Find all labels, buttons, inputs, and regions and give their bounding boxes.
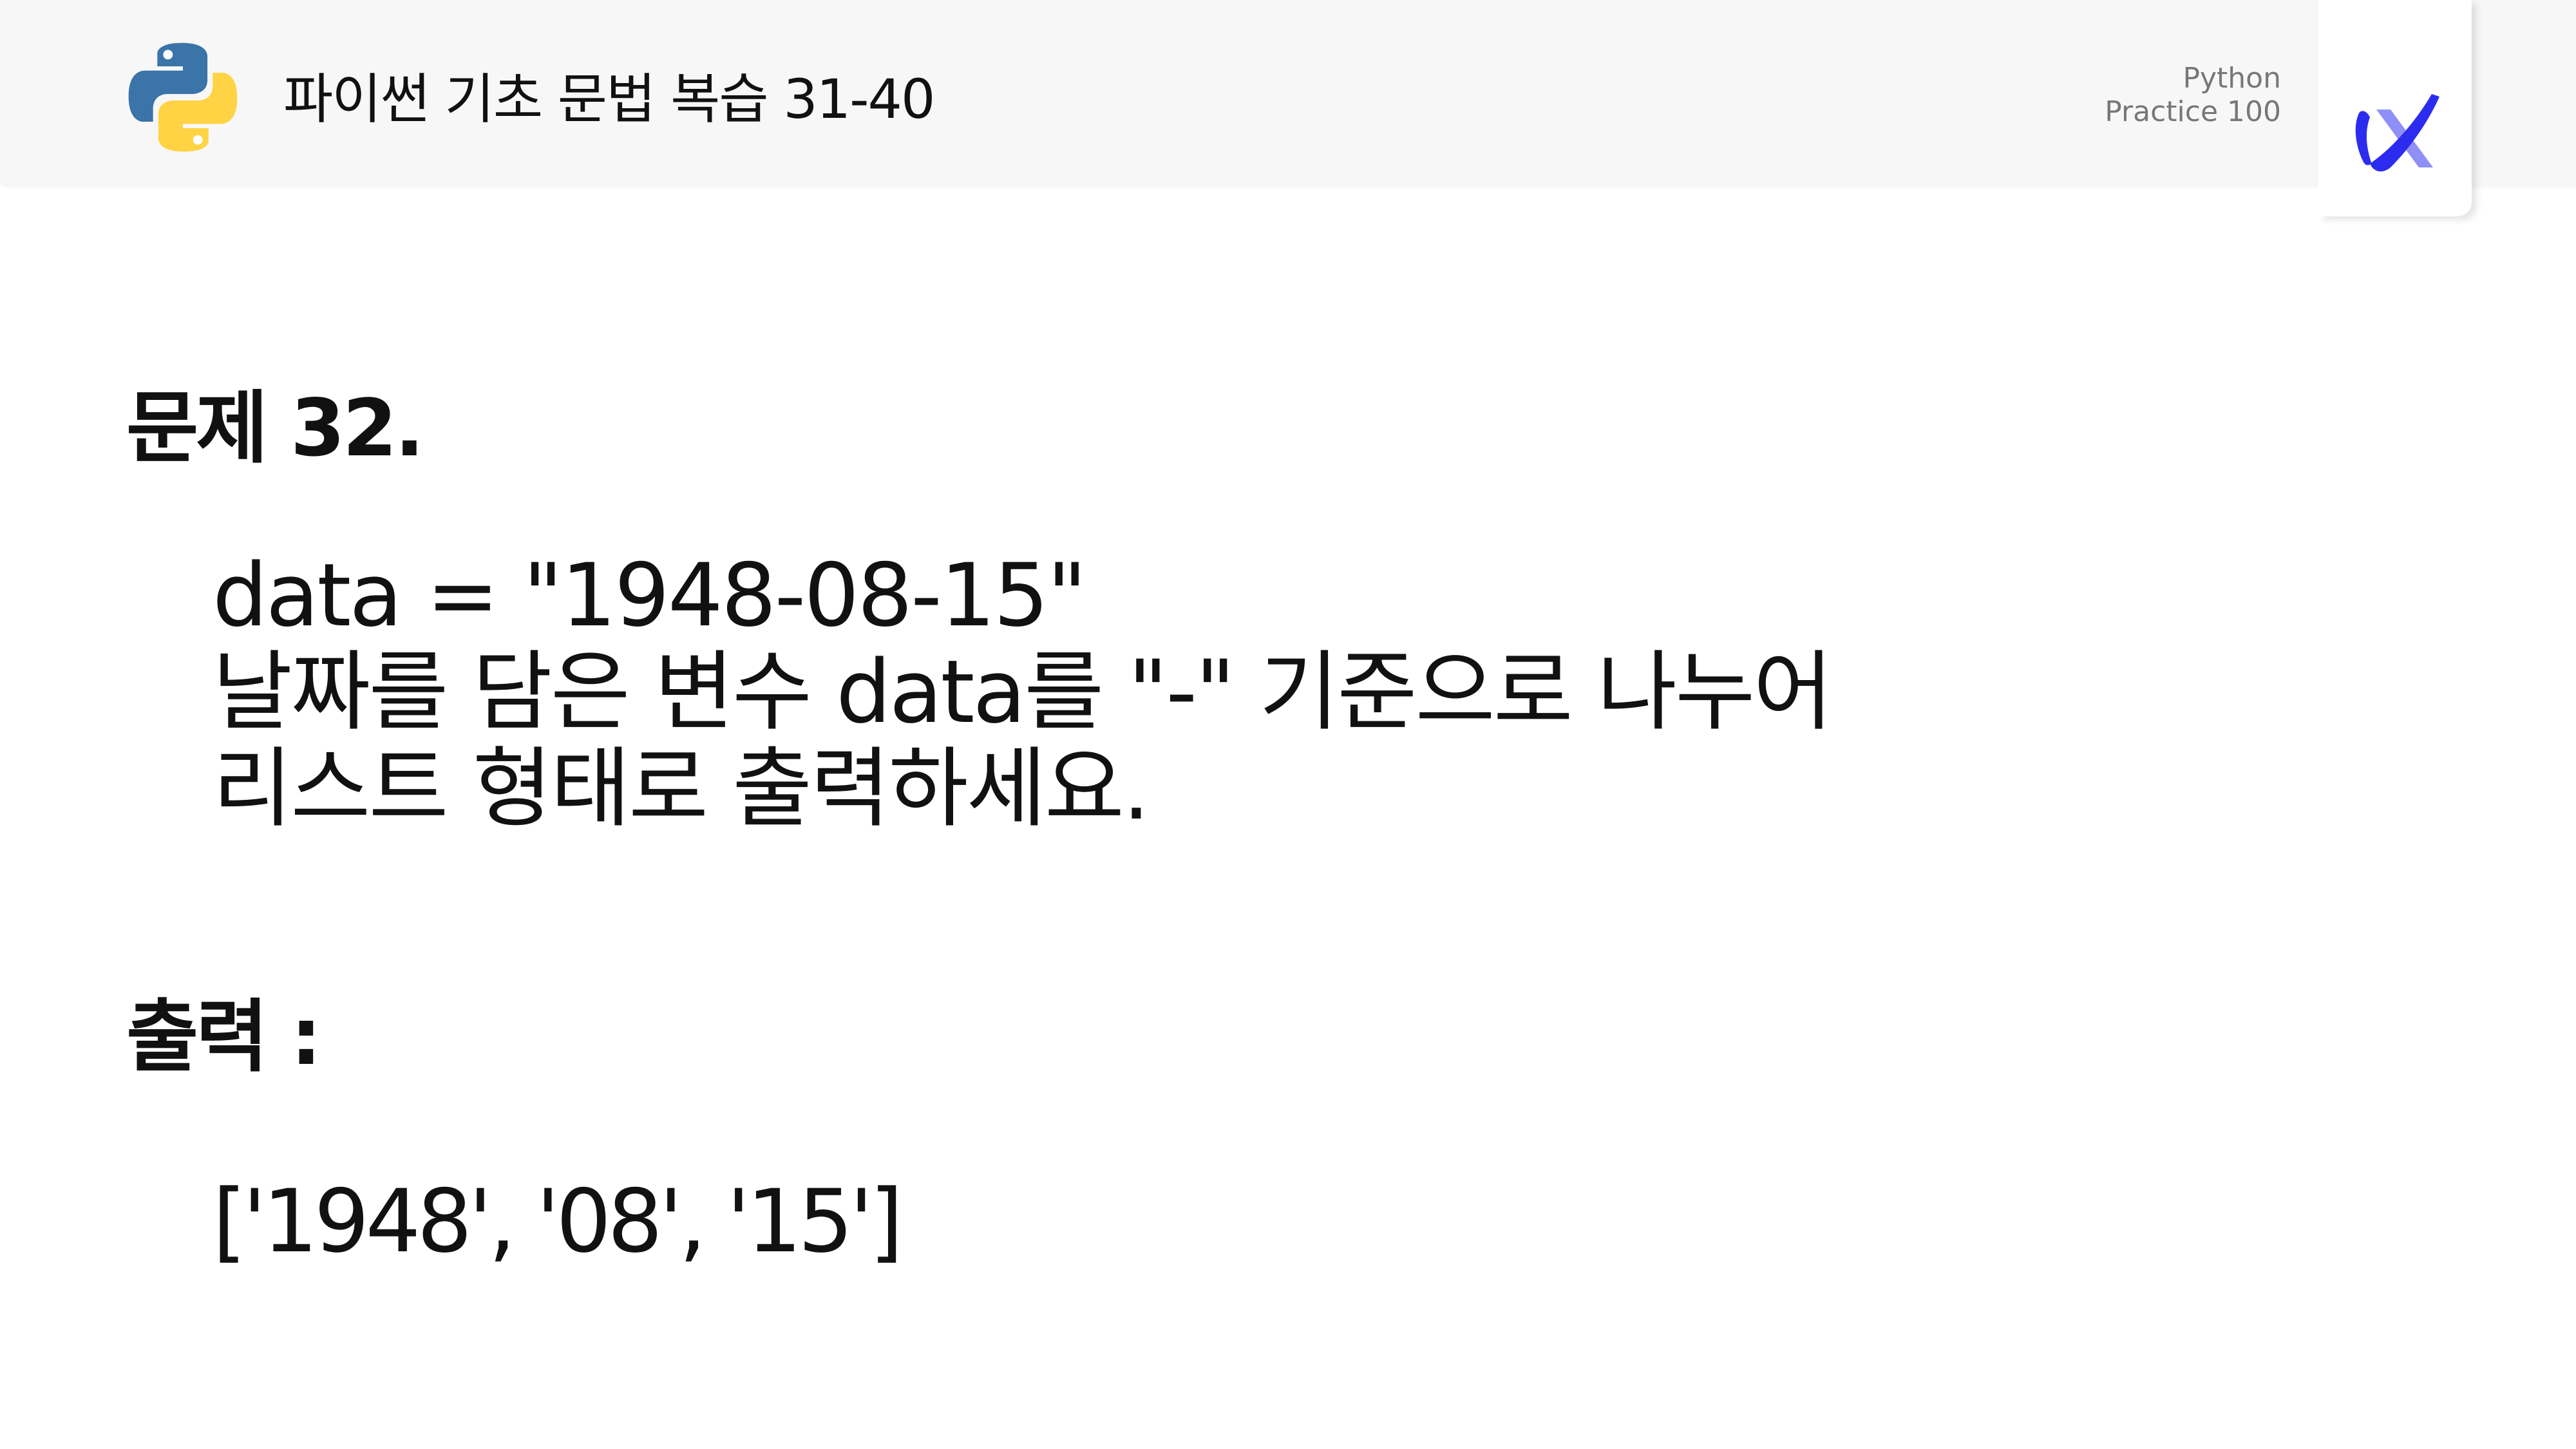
problem-title: 문제 32. (126, 383, 424, 474)
course-label: Python Practice 100 (2105, 62, 2281, 129)
problem-line-instruction-continued: 리스트 형태로 출력하세요. (213, 738, 1150, 839)
course-label-line1: Python (2183, 62, 2281, 95)
brand-card (2318, 0, 2472, 216)
brand-x-logo-icon (2355, 94, 2439, 172)
problem-line-code: data = "1948-08-15" (213, 545, 1087, 646)
page-title: 파이썬 기초 문법 복습 31-40 (283, 68, 935, 131)
python-logo-icon (128, 43, 238, 152)
course-label-line2: Practice 100 (2105, 95, 2281, 128)
output-value: ['1948', '08', '15'] (213, 1171, 904, 1272)
problem-description: data = "1948-08-15" 날짜를 담은 변수 data를 "-" … (213, 545, 1833, 839)
output-label: 출력 : (126, 991, 322, 1083)
problem-line-instruction: 날짜를 담은 변수 data를 "-" 기준으로 나누어 (213, 641, 1833, 743)
header-bar: 파이썬 기초 문법 복습 31-40 Python Practice 100 (0, 0, 2576, 185)
